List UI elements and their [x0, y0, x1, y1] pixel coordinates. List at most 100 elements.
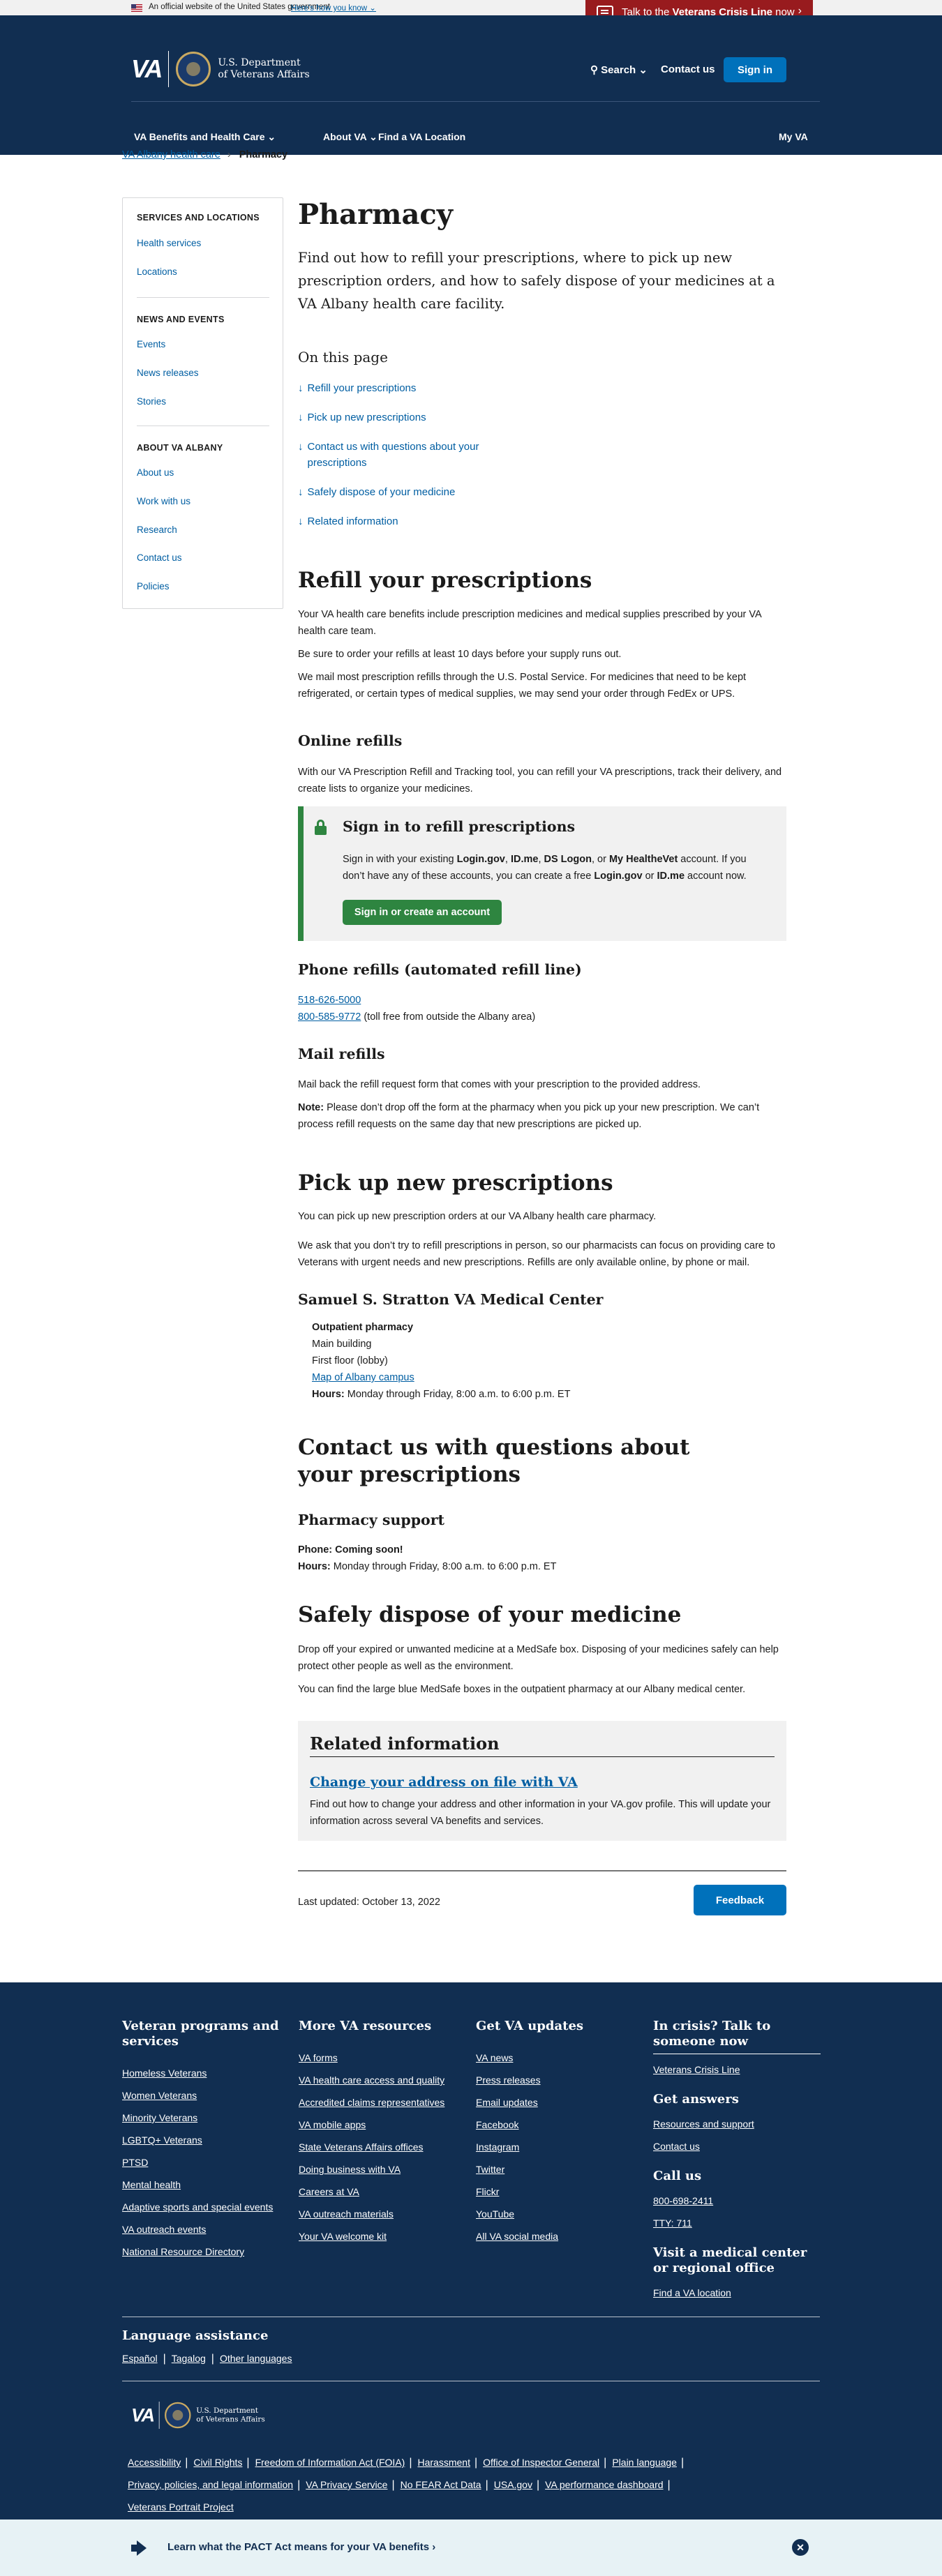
- footer-link[interactable]: Accredited claims representatives: [299, 2091, 463, 2114]
- va-logo[interactable]: VA U.S. Department of Veterans Affairs: [131, 51, 310, 87]
- footer-va-logo[interactable]: VA U.S. Department of Veterans Affairs: [131, 2402, 265, 2429]
- va-seal-icon: [176, 52, 211, 86]
- toc-link-refill[interactable]: ↓ Refill your prescriptions: [298, 380, 507, 396]
- legal-link[interactable]: Office of Inspector General: [483, 2457, 599, 2468]
- nav-my-va[interactable]: My VA: [779, 131, 808, 142]
- footer-crisis-line-link[interactable]: Veterans Crisis Line: [653, 2058, 821, 2081]
- legal-link[interactable]: Harassment: [417, 2457, 470, 2468]
- pipe-separator: |: [391, 2479, 395, 2491]
- footer-link[interactable]: Careers at VA: [299, 2180, 463, 2203]
- legal-link[interactable]: USA.gov: [494, 2479, 532, 2490]
- toc-link-contact[interactable]: ↓ Contact us with questions about your pr…: [298, 439, 507, 471]
- campus-map-link[interactable]: Map of Albany campus: [312, 1372, 414, 1383]
- phone-link[interactable]: 800-585-9772: [298, 1011, 361, 1023]
- logo-divider: [168, 51, 170, 87]
- legal-link[interactable]: No FEAR Act Data: [401, 2479, 481, 2490]
- footer-link[interactable]: VA health care access and quality: [299, 2069, 463, 2091]
- sidebar-item-health-services[interactable]: Health services: [137, 238, 201, 248]
- legal-link[interactable]: VA Privacy Service: [306, 2479, 387, 2490]
- nav-find-location[interactable]: Find a VA Location: [378, 131, 465, 142]
- pipe-separator: |: [185, 2457, 188, 2469]
- contact-us-link[interactable]: Contact us: [661, 63, 715, 75]
- footer-link[interactable]: Adaptive sports and special events: [122, 2196, 286, 2218]
- phone-link[interactable]: 518-626-5000: [298, 995, 361, 1006]
- footer-link[interactable]: Instagram: [476, 2136, 640, 2158]
- breadcrumb-link[interactable]: VA Albany health care: [122, 149, 220, 160]
- footer-link[interactable]: YouTube: [476, 2203, 640, 2225]
- footer-link[interactable]: Resources and support: [653, 2113, 821, 2135]
- footer-link[interactable]: Mental health: [122, 2174, 286, 2196]
- close-icon[interactable]: ✕: [792, 2539, 809, 2556]
- footer-link[interactable]: Contact us: [653, 2135, 821, 2157]
- footer-link[interactable]: State Veterans Affairs offices: [299, 2136, 463, 2158]
- language-link-tagalog[interactable]: Tagalog: [172, 2353, 206, 2364]
- pact-act-banner: Learn what the PACT Act means for your V…: [0, 2519, 942, 2576]
- footer-link[interactable]: National Resource Directory: [122, 2240, 286, 2263]
- arrow-down-icon: ↓: [298, 382, 304, 394]
- footer-link[interactable]: LGBTQ+ Veterans: [122, 2129, 286, 2151]
- heres-how-you-know-link[interactable]: Here’s how you know ⌄: [291, 3, 376, 13]
- sidebar-item-contact-us[interactable]: Contact us: [137, 552, 182, 563]
- language-links: Español | Tagalog | Other languages: [122, 2347, 297, 2370]
- footer-link[interactable]: Twitter: [476, 2158, 640, 2180]
- va-logo-text: VA: [131, 54, 163, 83]
- footer-link[interactable]: Press releases: [476, 2069, 640, 2091]
- pact-act-link[interactable]: Learn what the PACT Act means for your V…: [167, 2541, 435, 2553]
- pipe-separator: |: [604, 2457, 607, 2469]
- sign-in-button[interactable]: Sign in: [724, 57, 786, 82]
- sign-in-create-account-button[interactable]: Sign in or create an account: [343, 900, 502, 925]
- search-button[interactable]: ⚲ Search ⌄: [590, 63, 648, 76]
- sidebar-item-locations[interactable]: Locations: [137, 266, 177, 277]
- sidebar-item-news-releases[interactable]: News releases: [137, 368, 199, 378]
- page-title: Pharmacy: [298, 198, 453, 231]
- footer-link[interactable]: VA forms: [299, 2047, 463, 2069]
- sidebar-item-about-us[interactable]: About us: [137, 467, 174, 478]
- sidebar-item-research[interactable]: Research: [137, 525, 177, 535]
- footer-link[interactable]: VA outreach events: [122, 2218, 286, 2240]
- footer-find-location-link[interactable]: Find a VA location: [653, 2282, 821, 2304]
- sidebar-item-work-with-us[interactable]: Work with us: [137, 496, 190, 506]
- footer-link[interactable]: PTSD: [122, 2151, 286, 2174]
- change-address-link[interactable]: Change your address on file with VA: [310, 1775, 578, 1790]
- footer-link[interactable]: VA outreach materials: [299, 2203, 463, 2225]
- footer-link[interactable]: Email updates: [476, 2091, 640, 2114]
- language-link-other[interactable]: Other languages: [220, 2353, 292, 2364]
- footer-link[interactable]: Doing business with VA: [299, 2158, 463, 2180]
- related-information-box: Related information Change your address …: [298, 1721, 786, 1841]
- toc-link-related[interactable]: ↓ Related information: [298, 513, 507, 529]
- feedback-button[interactable]: Feedback: [694, 1885, 786, 1915]
- content-divider: [298, 1870, 786, 1871]
- sidebar-item-policies[interactable]: Policies: [137, 581, 170, 592]
- language-assistance-heading: Language assistance: [122, 2328, 269, 2343]
- legal-link[interactable]: Veterans Portrait Project: [128, 2501, 234, 2513]
- footer-link[interactable]: Your VA welcome kit: [299, 2225, 463, 2247]
- footer-phone-link[interactable]: 800-698-2411: [653, 2190, 821, 2212]
- language-link-spanish[interactable]: Español: [122, 2353, 158, 2364]
- breadcrumb: VA Albany health care › Pharmacy: [122, 149, 287, 160]
- footer-link[interactable]: VA mobile apps: [299, 2114, 463, 2136]
- legal-link[interactable]: Privacy, policies, and legal information: [128, 2479, 293, 2490]
- sidebar-item-events[interactable]: Events: [137, 339, 165, 349]
- sidebar-item-stories[interactable]: Stories: [137, 396, 166, 407]
- toc-link-pickup[interactable]: ↓ Pick up new prescriptions: [298, 409, 507, 425]
- dispose-paragraph-1: Drop off your expired or unwanted medici…: [298, 1644, 779, 1672]
- legal-link[interactable]: Plain language: [612, 2457, 677, 2468]
- footer-link[interactable]: All VA social media: [476, 2225, 640, 2247]
- toc-link-dispose[interactable]: ↓ Safely dispose of your medicine: [298, 484, 507, 500]
- nav-benefits[interactable]: VA Benefits and Health Care ⌄: [134, 131, 276, 143]
- footer-link[interactable]: Flickr: [476, 2180, 640, 2203]
- footer-link[interactable]: Homeless Veterans: [122, 2062, 286, 2084]
- pipe-separator: |: [297, 2479, 301, 2491]
- legal-link[interactable]: VA performance dashboard: [545, 2479, 663, 2490]
- legal-link[interactable]: Freedom of Information Act (FOIA): [255, 2457, 405, 2468]
- footer-heading: More VA resources: [299, 2019, 432, 2033]
- footer-heading: In crisis? Talk to someone now: [653, 2019, 821, 2054]
- footer-link[interactable]: Minority Veterans: [122, 2107, 286, 2129]
- footer-link[interactable]: Facebook: [476, 2114, 640, 2136]
- footer-tty-link[interactable]: TTY: 711: [653, 2212, 821, 2234]
- legal-link[interactable]: Accessibility: [128, 2457, 181, 2468]
- legal-link[interactable]: Civil Rights: [193, 2457, 242, 2468]
- nav-about-va[interactable]: About VA ⌄: [323, 131, 377, 143]
- footer-link[interactable]: VA news: [476, 2047, 640, 2069]
- footer-link[interactable]: Women Veterans: [122, 2084, 286, 2107]
